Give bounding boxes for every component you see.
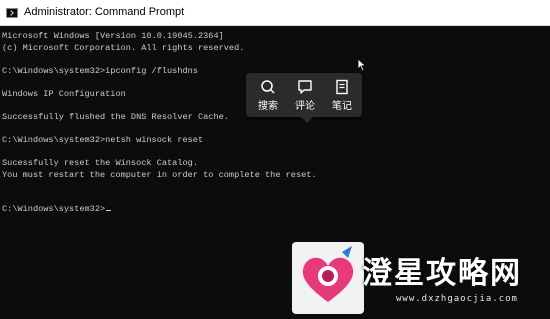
title-bar[interactable]: Administrator: Command Prompt <box>0 0 550 26</box>
prompt-text: C:\Windows\system32> <box>2 204 106 214</box>
prompt-line[interactable]: C:\Windows\system32> <box>2 203 112 215</box>
watermark: 澄星攻略网 www.dxzhgaocjia.com <box>292 242 546 314</box>
console-line: Sucessfully reset the Winsock Catalog. <box>2 158 198 168</box>
popup-note-label: 笔记 <box>332 101 352 112</box>
console-line: You must restart the computer in order t… <box>2 170 317 180</box>
selection-popup-menu: 搜索 评论 笔记 <box>246 73 362 123</box>
console-line: C:\Windows\system32>netsh winsock reset <box>2 135 204 145</box>
window-title: Administrator: Command Prompt <box>24 6 185 18</box>
popup-search-button[interactable]: 搜索 <box>250 79 286 113</box>
search-icon <box>261 80 275 94</box>
popup-search-label: 搜索 <box>258 101 278 112</box>
console-line: Successfully flushed the DNS Resolver Ca… <box>2 112 229 122</box>
watermark-logo <box>292 242 364 314</box>
watermark-brand: 澄星攻略网 <box>362 256 522 291</box>
command-prompt-icon <box>6 8 18 18</box>
comment-icon <box>298 80 312 94</box>
console-line: C:\Windows\system32>ipconfig /flushdns <box>2 66 198 76</box>
mouse-pointer-icon <box>357 58 367 72</box>
watermark-url: www.dxzhgaocjia.com <box>396 294 518 304</box>
text-cursor <box>106 210 112 211</box>
console-line: (c) Microsoft Corporation. All rights re… <box>2 43 245 53</box>
popup-comment-button[interactable]: 评论 <box>287 79 323 113</box>
note-icon <box>336 79 348 95</box>
console-line: Microsoft Windows [Version 10.0.19045.23… <box>2 31 224 41</box>
popup-comment-label: 评论 <box>295 101 315 112</box>
heart-logo-icon <box>302 246 354 302</box>
popup-note-button[interactable]: 笔记 <box>324 79 360 113</box>
console-line: Windows IP Configuration <box>2 89 126 99</box>
